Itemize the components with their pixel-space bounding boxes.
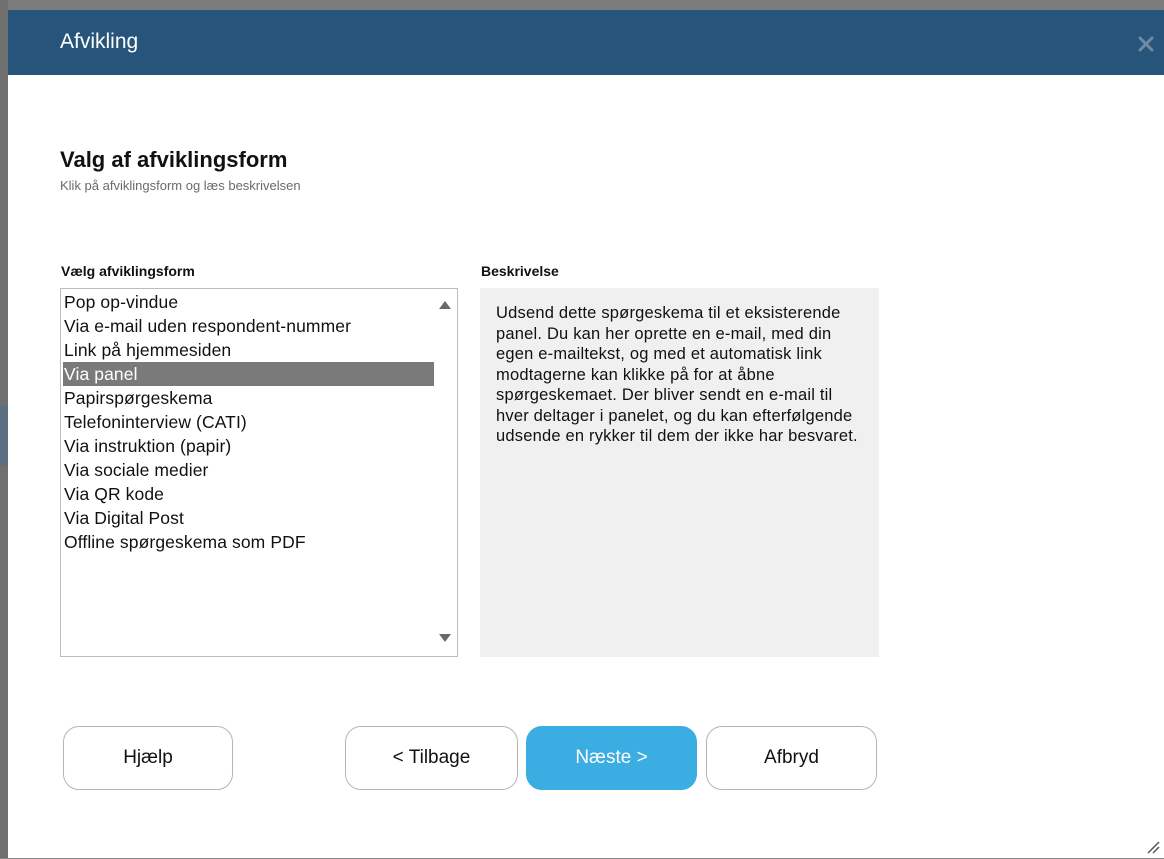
backdrop — [0, 0, 1164, 10]
list-item[interactable]: Pop op-vindue — [63, 290, 434, 314]
method-listbox[interactable]: Pop op-vindue Via e-mail uden respondent-… — [60, 288, 458, 657]
description-text: Udsend dette spørgeskema til et eksister… — [480, 288, 879, 657]
description-label: Beskrivelse — [481, 263, 559, 279]
list-items: Pop op-vindue Via e-mail uden respondent-… — [63, 290, 434, 554]
cancel-button[interactable]: Afbryd — [706, 726, 877, 790]
resize-grip-icon[interactable] — [1144, 838, 1160, 854]
dialog-title: Afvikling — [60, 30, 139, 53]
list-item[interactable]: Via instruktion (papir) — [63, 434, 434, 458]
list-item[interactable]: Telefoninterview (CATI) — [63, 410, 434, 434]
scroll-down-icon[interactable] — [439, 634, 451, 642]
dialog-titlebar: Afvikling — [8, 10, 1164, 75]
list-item[interactable]: Link på hjemmesiden — [63, 338, 434, 362]
close-icon[interactable] — [1136, 34, 1156, 54]
list-item[interactable]: Via QR kode — [63, 482, 434, 506]
list-item[interactable]: Papirspørgeskema — [63, 386, 434, 410]
page-title: Valg af afviklingsform — [60, 147, 288, 172]
help-button[interactable]: Hjælp — [63, 726, 233, 790]
list-item[interactable]: Via sociale medier — [63, 458, 434, 482]
dialog: Afvikling Valg af afviklingsform Klik på… — [8, 10, 1164, 858]
next-button[interactable]: Næste > — [526, 726, 697, 790]
scroll-up-icon[interactable] — [439, 301, 451, 309]
list-label: Vælg afviklingsform — [61, 263, 195, 279]
list-item[interactable]: Via Digital Post — [63, 506, 434, 530]
scrollbar[interactable] — [433, 289, 457, 656]
back-button[interactable]: < Tilbage — [345, 726, 518, 790]
list-item[interactable]: Offline spørgeskema som PDF — [63, 530, 434, 554]
list-item[interactable]: Via e-mail uden respondent-nummer — [63, 314, 434, 338]
backdrop-highlight — [0, 405, 8, 465]
list-item[interactable]: Via panel — [63, 362, 434, 386]
page-subtitle: Klik på afviklingsform og læs beskrivels… — [60, 178, 301, 193]
